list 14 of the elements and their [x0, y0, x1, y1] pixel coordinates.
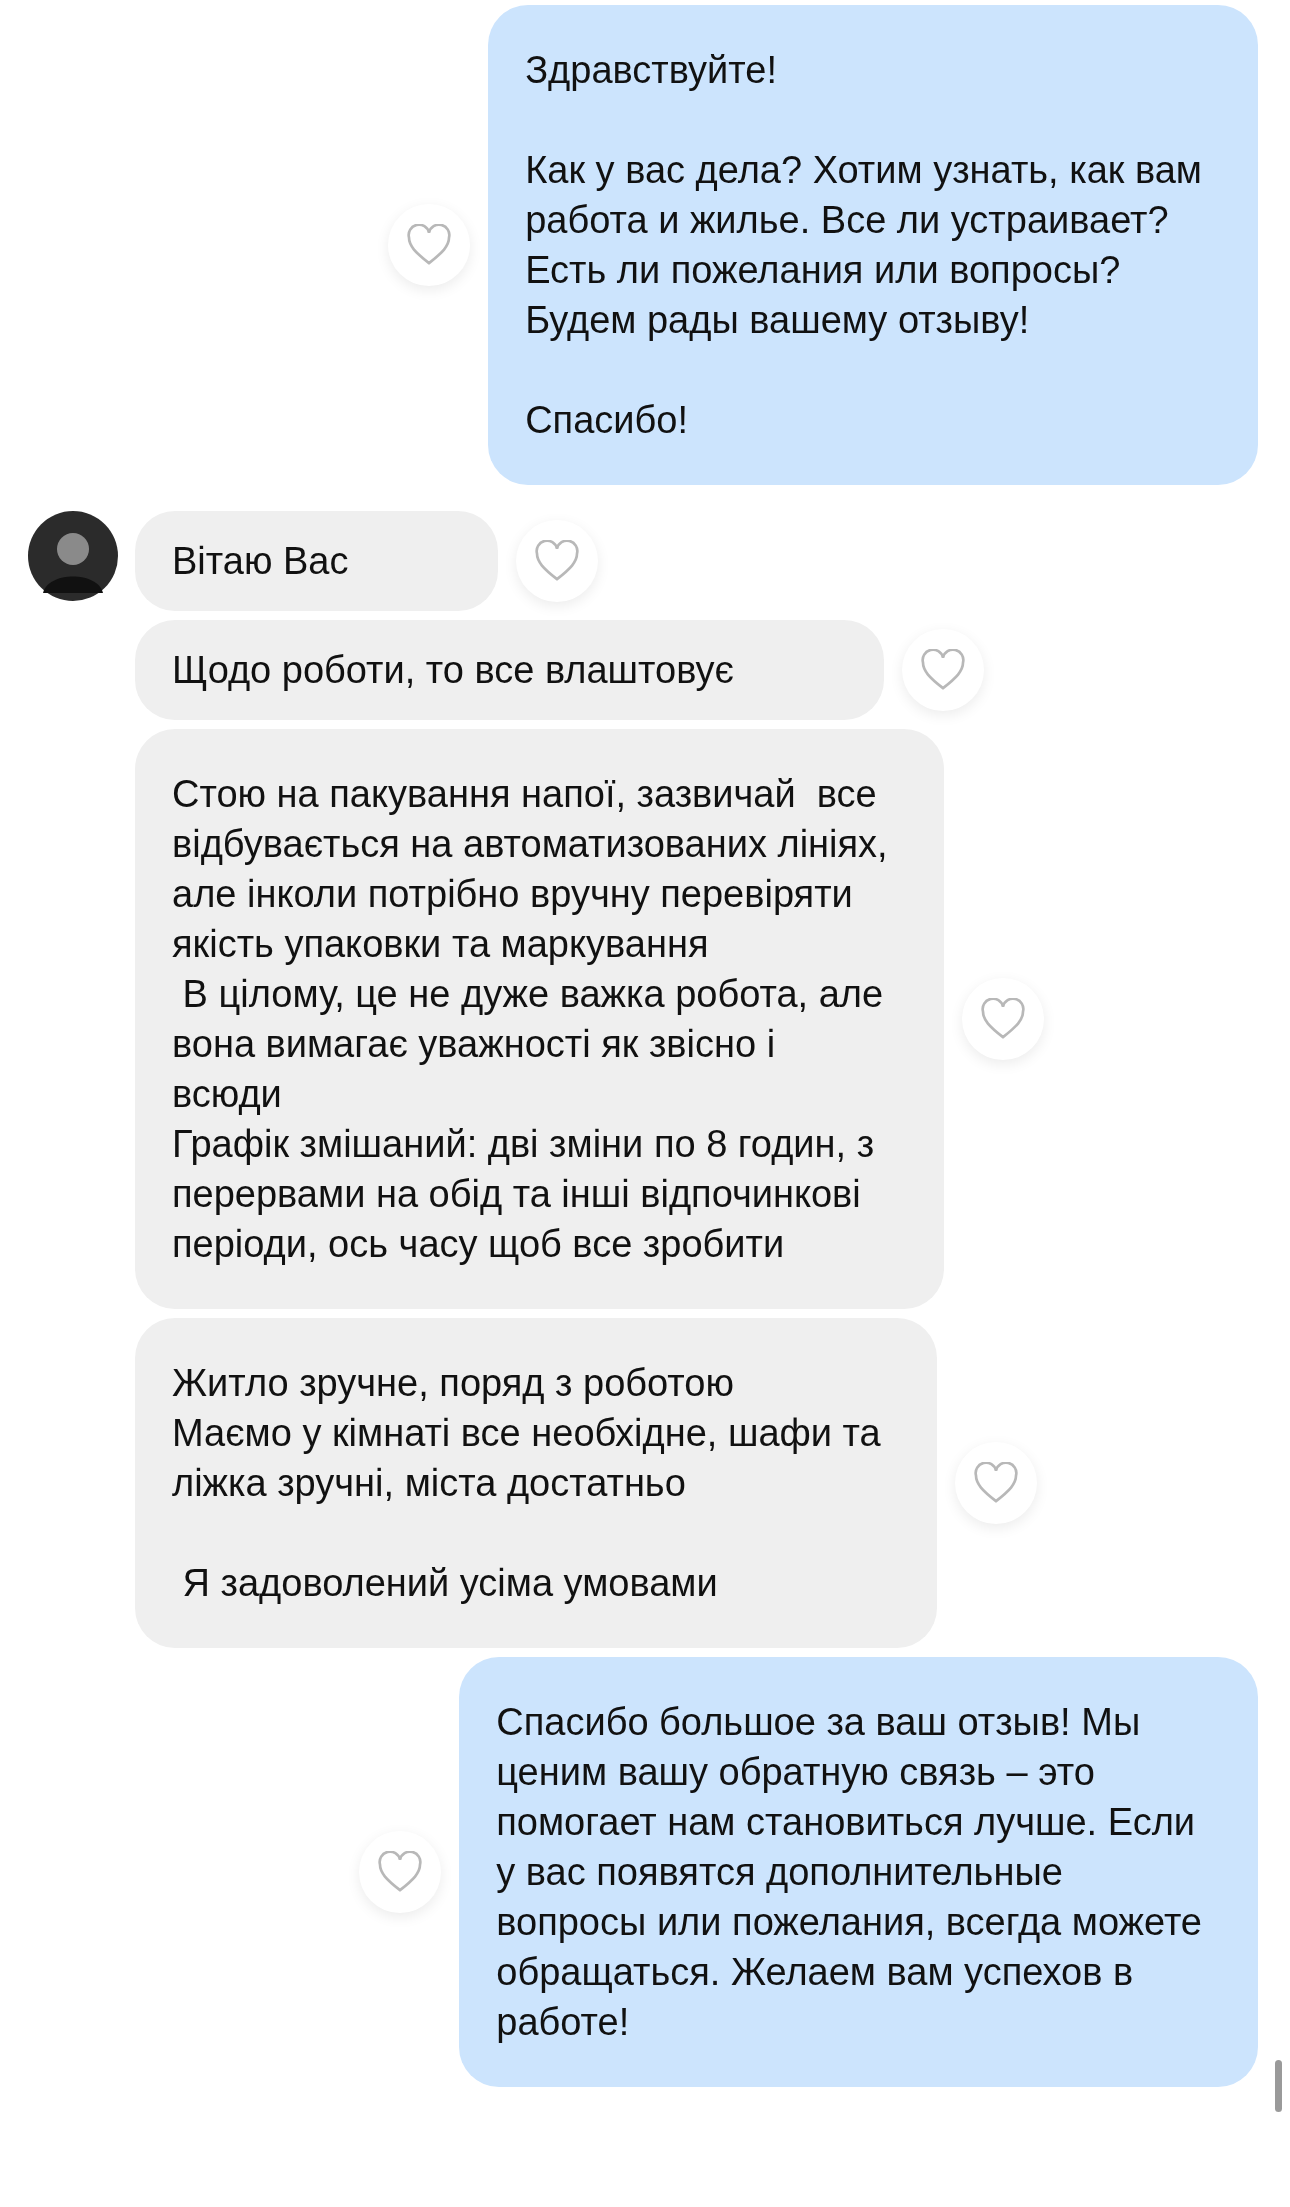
avatar[interactable] — [28, 511, 118, 601]
heart-icon — [919, 649, 966, 691]
heart-icon — [972, 1462, 1019, 1504]
message-bubble: Щодо роботи, то все влаштовує — [135, 620, 884, 720]
scrollbar[interactable] — [1275, 2060, 1282, 2112]
message-bubble: Вітаю Вас — [135, 511, 499, 611]
heart-icon — [979, 998, 1026, 1040]
heart-icon — [534, 540, 581, 582]
heart-icon — [406, 224, 453, 266]
message-bubble: Спасибо большое за ваш отзыв! Мы ценим вашу обратную связь – это помогает нам становиться лучше. Если у вас появятся дополнительные вопросы или пожелания, всегда можете обращаться. Желаем вам успехов в работе! — [459, 1657, 1258, 2087]
message-bubble: Стою на пакування напої, зазвичай все відбувається на автоматизованих лініях, але інколи потрібно вручну перевіряти якість упаковки та маркування В цілому, це не дуже важка робота, але вона вимагає уважності як звісно і всюди Графік змішаний: дві зміни по 8 годин, з перервами на обід та інші відпочинкові періоди, ось часу щоб все зробити — [135, 729, 944, 1309]
message-bubble: Житло зручне, поряд з роботою Маємо у кімнаті все необхідне, шафи та ліжка зручні, міста достатньо Я задоволений усіма умовами — [135, 1318, 937, 1648]
heart-icon — [377, 1851, 424, 1893]
message-bubble: Здравствуйте! Как у вас дела? Хотим узнать, как вам работа и жилье. Все ли устраивает? Есть ли пожелания или вопросы? Будем рады вашему отзыву! Спасибо! — [488, 5, 1258, 485]
